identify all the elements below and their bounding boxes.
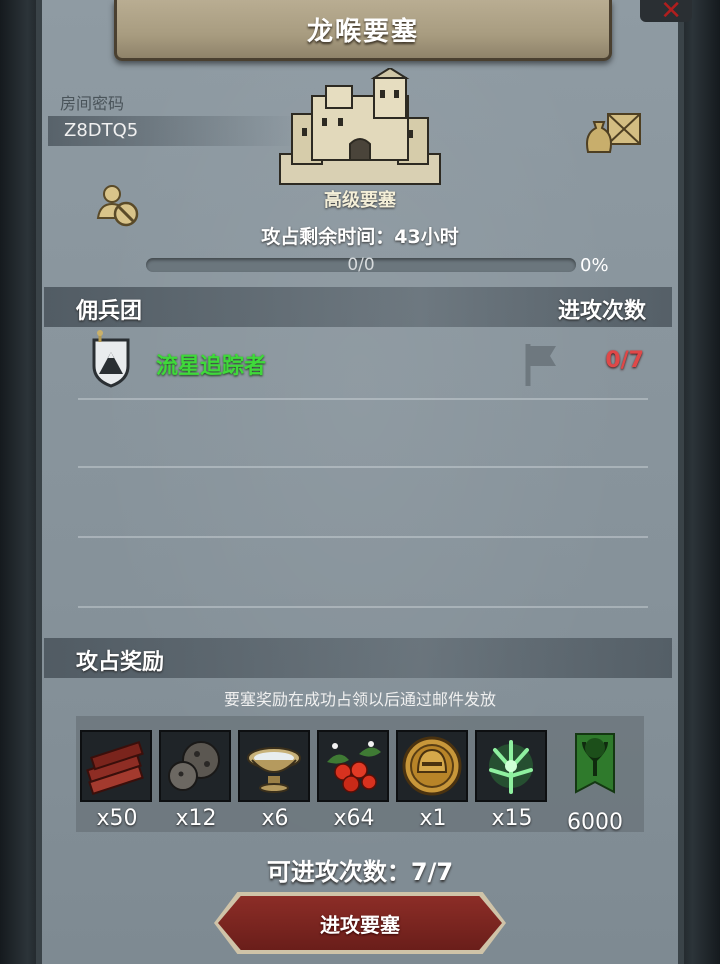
capture-progress-percent: 0% — [580, 255, 609, 276]
green-tree-spirit-icon — [489, 740, 533, 794]
reward-item-ore[interactable]: x12 — [159, 730, 233, 831]
item-count: x15 — [491, 806, 533, 831]
reward-item-bowl[interactable]: x6 — [238, 730, 312, 831]
item-count: x50 — [96, 806, 138, 831]
mercenary-attack-count: 0/7 — [605, 348, 644, 373]
close-icon: ✕ — [660, 0, 682, 26]
item-count: 6000 — [567, 810, 623, 835]
item-frame — [396, 730, 468, 802]
item-count: x6 — [261, 806, 289, 831]
fortress-castle-icon — [279, 68, 441, 185]
mercenary-emblem-icon — [92, 330, 130, 388]
reward-item-berries[interactable]: x64 — [317, 730, 391, 831]
title-banner: 龙喉要塞 — [114, 0, 612, 61]
row-divider — [78, 466, 648, 468]
reward-item-helmet-coin[interactable]: x1 — [396, 730, 470, 831]
attack-button-label: 进攻要塞 — [320, 912, 400, 937]
mercenary-section-label: 佣兵团 — [76, 299, 143, 324]
mercenary-row[interactable]: 流星追踪者 0/7 — [78, 330, 648, 394]
row-divider — [78, 606, 648, 608]
silver-bowl-icon — [247, 747, 301, 793]
room-code-label: 房间密码 — [60, 94, 125, 113]
item-frame — [317, 730, 389, 802]
ore-rock-icon — [168, 741, 220, 791]
room-code[interactable]: Z8DTQ5 — [64, 120, 138, 141]
attack-fortress-button[interactable]: 进攻要塞 — [218, 896, 502, 950]
remaining-attempts: 可进攻次数：7/7 — [266, 858, 454, 886]
item-frame — [159, 730, 231, 802]
item-count: x12 — [175, 806, 217, 831]
capture-time-left: 攻占剩余时间：43小时 — [261, 226, 459, 248]
gold-helmet-coin-icon — [402, 736, 462, 796]
page-title: 龙喉要塞 — [306, 16, 419, 47]
reward-section-header: 攻占奖励 — [44, 638, 672, 678]
item-frame — [475, 730, 547, 802]
mercenary-section-header: 佣兵团 进攻次数 — [44, 287, 672, 327]
item-frame — [238, 730, 310, 802]
item-frame — [80, 730, 152, 802]
berries-icon — [327, 741, 381, 793]
reward-item-tree-spirit[interactable]: x15 — [475, 730, 549, 831]
item-count: x64 — [333, 806, 375, 831]
mercenary-name: 流星追踪者 — [156, 354, 267, 379]
reward-item-wood[interactable]: x50 — [80, 730, 154, 831]
reward-section-label: 攻占奖励 — [76, 650, 165, 675]
capture-progress-count: 0/0 — [347, 255, 375, 275]
close-button[interactable]: ✕ — [640, 0, 692, 26]
fortress-type: 高级要塞 — [324, 190, 396, 211]
attack-count-column-label: 进攻次数 — [557, 299, 646, 324]
reward-item-banner[interactable]: 6000 — [558, 730, 632, 835]
row-divider — [78, 536, 648, 538]
flag-icon — [525, 344, 556, 386]
reward-note: 要塞奖励在成功占领以后通过邮件发放 — [223, 690, 496, 709]
supply-crate-icon[interactable] — [584, 108, 646, 156]
tree-banner-icon — [575, 733, 615, 794]
item-count: x1 — [419, 806, 447, 831]
row-divider — [78, 398, 648, 400]
wood-planks-icon — [86, 740, 144, 796]
